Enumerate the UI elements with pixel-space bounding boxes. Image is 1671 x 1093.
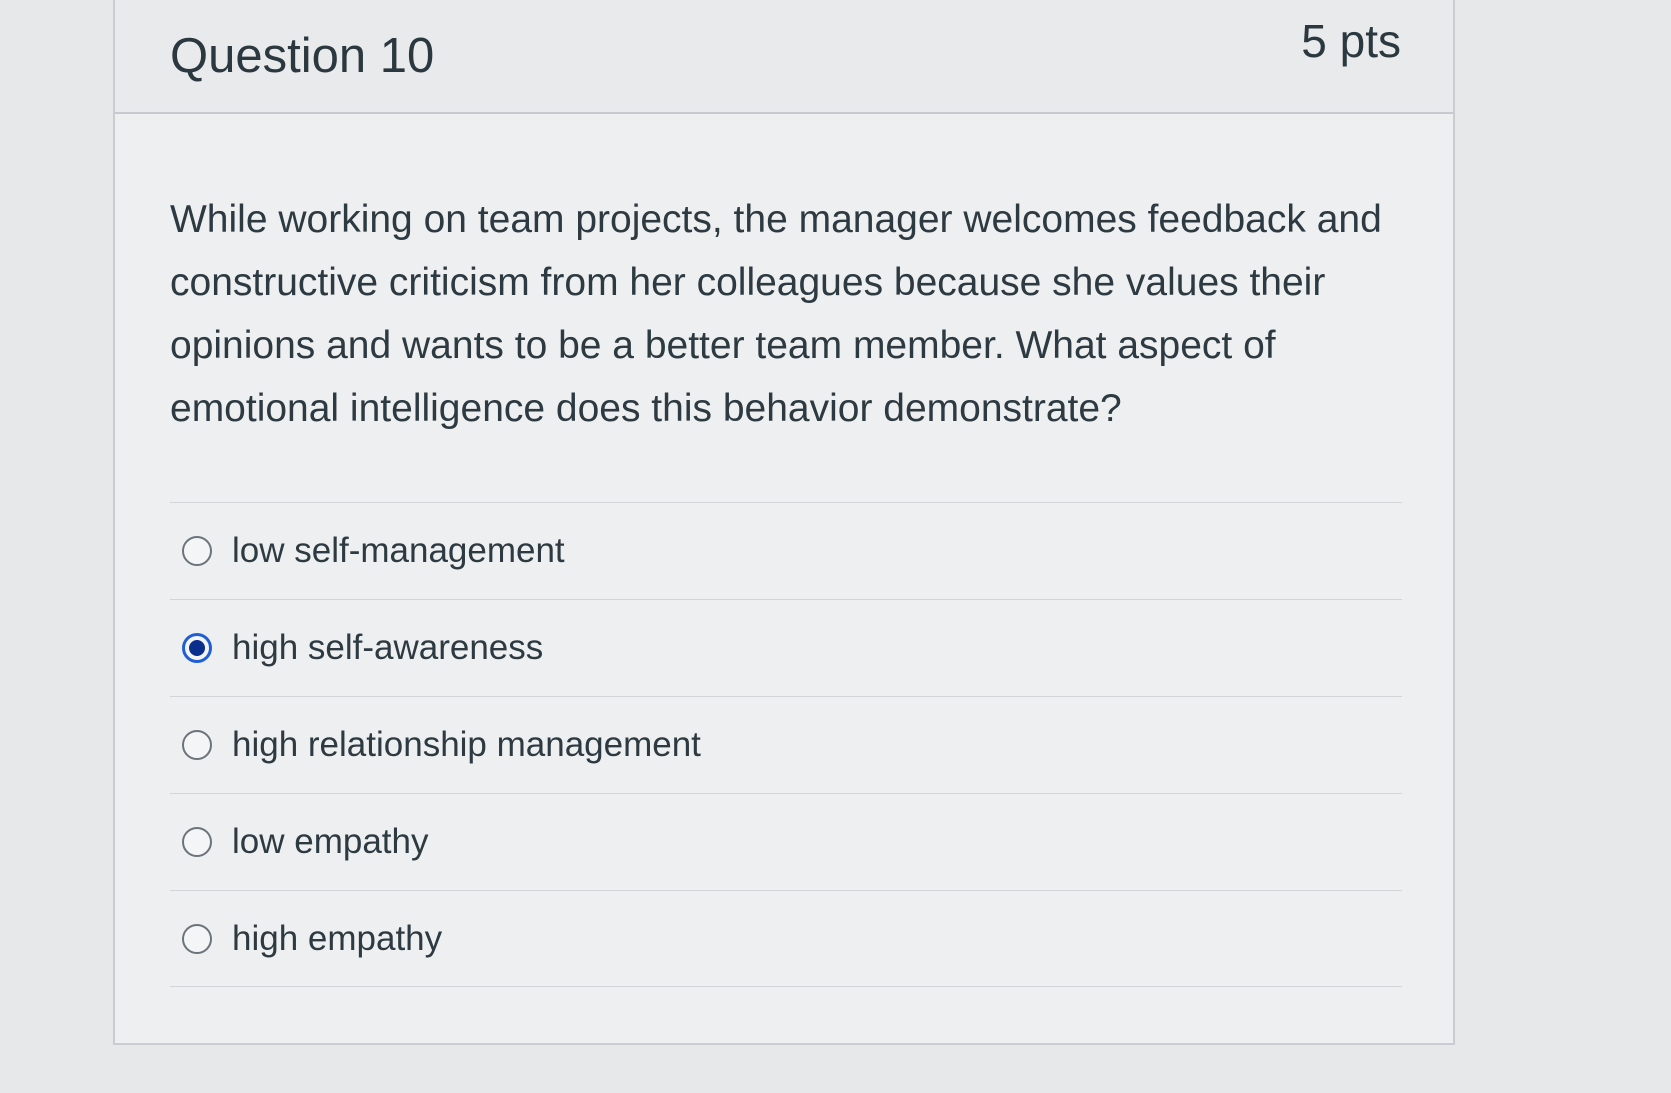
answer-list: low self-management high self-awareness … bbox=[170, 502, 1402, 987]
question-header: Question 10 5 pts bbox=[115, 0, 1453, 114]
question-points: 5 pts bbox=[1301, 15, 1401, 67]
answer-option[interactable]: low self-management bbox=[170, 502, 1402, 599]
answer-label: low self-management bbox=[232, 531, 565, 570]
answer-option[interactable]: low empathy bbox=[170, 793, 1402, 890]
answer-option[interactable]: high relationship management bbox=[170, 696, 1402, 793]
radio-button-selected[interactable] bbox=[182, 633, 212, 663]
answer-label: high empathy bbox=[232, 918, 443, 958]
answer-label: high relationship management bbox=[232, 725, 701, 764]
radio-button[interactable] bbox=[182, 730, 212, 760]
question-body: While working on team projects, the mana… bbox=[115, 114, 1453, 987]
question-card: Question 10 5 pts While working on team … bbox=[113, 0, 1455, 1045]
answer-label: low empathy bbox=[232, 822, 429, 861]
question-text: While working on team projects, the mana… bbox=[170, 198, 1382, 430]
question-title: Question 10 bbox=[170, 29, 435, 83]
answer-label: high self-awareness bbox=[232, 628, 544, 667]
radio-button[interactable] bbox=[182, 923, 212, 954]
radio-button[interactable] bbox=[182, 827, 212, 857]
answer-option[interactable]: high empathy bbox=[170, 890, 1402, 987]
radio-button[interactable] bbox=[182, 536, 212, 566]
answer-option[interactable]: high self-awareness bbox=[170, 599, 1402, 696]
